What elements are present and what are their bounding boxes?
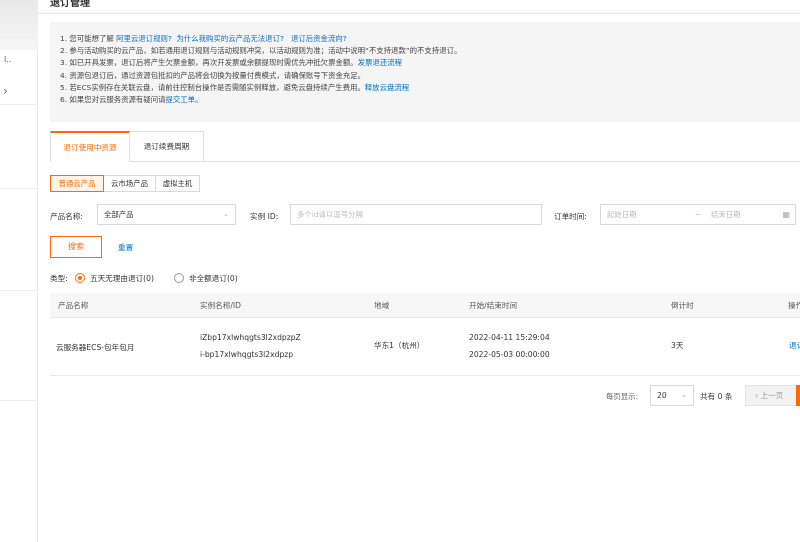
subtab-virtual-host[interactable]: 虚拟主机 bbox=[156, 175, 200, 192]
chevron-down-icon: ⌄ bbox=[223, 210, 229, 218]
partial-refund-label[interactable]: 非全额退订(0) bbox=[189, 273, 238, 284]
page-size-select[interactable]: 20 ⌄ bbox=[650, 385, 694, 406]
refund-action-link[interactable]: 退订 bbox=[789, 340, 800, 351]
cell-region: 华东1（杭州） bbox=[374, 341, 425, 350]
table-header: 产品名称 实例名称/ID 地域 开始/结束时间 倒计时 操作 bbox=[50, 293, 800, 318]
col-product: 产品名称 bbox=[58, 301, 89, 310]
cell-instance-id: i-bp17xlwhqgts3l2xdpzp bbox=[200, 350, 294, 359]
sidebar-item-fragment[interactable]: l.. bbox=[4, 55, 11, 64]
cell-countdown: 3天 bbox=[671, 341, 684, 350]
subtab-standard-products[interactable]: 普通云产品 bbox=[50, 175, 104, 192]
fund-flow-link[interactable]: 退订后资金流向? bbox=[291, 34, 347, 43]
notice-line-2: 2. 参与活动购买的云产品，如若通用退订规则与活动规则冲突，以活动规则为准；活动… bbox=[60, 46, 462, 56]
sidebar-partial: l.. › bbox=[0, 0, 38, 542]
col-action: 操作 bbox=[788, 301, 800, 310]
end-date-placeholder: 结束日期 bbox=[711, 210, 741, 219]
tab-bar: 退订使用中资源 退订续费周期 bbox=[50, 131, 800, 162]
col-countdown: 倒计时 bbox=[671, 301, 694, 310]
why-cannot-refund-link[interactable]: 为什么我购买的云产品无法退订? bbox=[176, 34, 283, 43]
product-name-label: 产品名称: bbox=[50, 212, 83, 221]
cell-product: 云服务器ECS-包年包月 bbox=[56, 343, 135, 352]
instance-id-input[interactable]: 多个id请以逗号分隔 bbox=[290, 204, 542, 225]
notice-line-4: 4. 资源包退订后，通过资源包抵扣的产品将会切换为按量付费模式，请确保账号下资金… bbox=[60, 70, 366, 80]
notice-line-5: 5. 若ECS实例存在关联云盘，请前往控制台操作是否需随实例释放，避免云盘持续产… bbox=[60, 82, 410, 92]
type-label: 类型: bbox=[50, 274, 68, 283]
range-separator: ~ bbox=[695, 210, 702, 219]
col-time: 开始/结束时间 bbox=[469, 301, 518, 310]
divider bbox=[0, 400, 38, 401]
tab-refund-renewal[interactable]: 退订续费周期 bbox=[130, 131, 204, 162]
calendar-icon: ▦ bbox=[782, 210, 790, 219]
cell-instance-name: iZbp17xlwhqgts3l2xdpzpZ bbox=[200, 333, 301, 342]
order-time-label: 订单时间: bbox=[554, 212, 587, 221]
per-page-label: 每页显示: bbox=[606, 392, 639, 401]
radio-partial-refund[interactable] bbox=[174, 273, 184, 283]
notice-box: 1. 您可能想了解 阿里云退订规则? 为什么我购买的云产品无法退订? 退订后资金… bbox=[50, 22, 800, 122]
prev-page-button[interactable]: ‹ 上一页 bbox=[745, 385, 800, 406]
col-instance: 实例名称/ID bbox=[200, 301, 242, 310]
divider bbox=[0, 188, 38, 189]
notice-line-6: 6. 如果您对云服务资源有疑问请提交工单。 bbox=[60, 95, 203, 105]
five-day-refund-label[interactable]: 五天无理由退订(0) bbox=[90, 273, 154, 284]
chevron-right-icon[interactable]: › bbox=[3, 84, 8, 98]
table-row: 云服务器ECS-包年包月 iZbp17xlwhqgts3l2xdpzpZ i-b… bbox=[50, 318, 800, 376]
reset-link[interactable]: 重置 bbox=[118, 242, 133, 253]
start-date-placeholder: 起始日期 bbox=[607, 210, 637, 219]
cell-start-time: 2022-04-11 15:29:04 bbox=[469, 333, 550, 342]
order-date-range[interactable]: 起始日期 ~ 结束日期 ▦ bbox=[600, 204, 796, 225]
notice-line-3: 3. 如已开具发票，退订后将产生欠票金额，再次开发票或余额提现时需优先冲抵欠票金… bbox=[60, 58, 402, 68]
divider bbox=[0, 290, 38, 291]
refund-rules-link[interactable]: 阿里云退订规则? bbox=[116, 34, 172, 43]
search-button[interactable]: 搜索 bbox=[50, 236, 102, 258]
col-region: 地域 bbox=[374, 301, 390, 310]
subtab-marketplace-products[interactable]: 云市场产品 bbox=[104, 175, 156, 192]
radio-five-day-refund[interactable] bbox=[75, 273, 85, 283]
sidebar-header-image bbox=[0, 0, 38, 50]
main-panel: 退订管理 1. 您可能想了解 阿里云退订规则? 为什么我购买的云产品无法退订? … bbox=[38, 0, 800, 542]
release-disk-link[interactable]: 释放云盘流程 bbox=[365, 83, 409, 92]
next-page-button-edge[interactable] bbox=[796, 385, 800, 406]
divider bbox=[0, 104, 38, 105]
tab-refund-in-use[interactable]: 退订使用中资源 bbox=[50, 131, 130, 162]
cell-end-time: 2022-05-03 00:00:00 bbox=[469, 350, 550, 359]
notice-line-1: 1. 您可能想了解 阿里云退订规则? 为什么我购买的云产品无法退订? 退订后资金… bbox=[60, 34, 347, 43]
page-title: 退订管理 bbox=[50, 0, 90, 9]
instance-id-label: 实例 ID: bbox=[250, 212, 279, 221]
total-count: 共有 0 条 bbox=[700, 392, 733, 401]
invoice-return-link[interactable]: 发票退还流程 bbox=[358, 58, 402, 67]
chevron-down-icon: ⌄ bbox=[681, 391, 687, 399]
product-select[interactable]: 全部产品 ⌄ bbox=[97, 204, 236, 225]
title-bar: 退订管理 bbox=[38, 0, 800, 14]
submit-ticket-link[interactable]: 提交工单。 bbox=[165, 95, 202, 104]
